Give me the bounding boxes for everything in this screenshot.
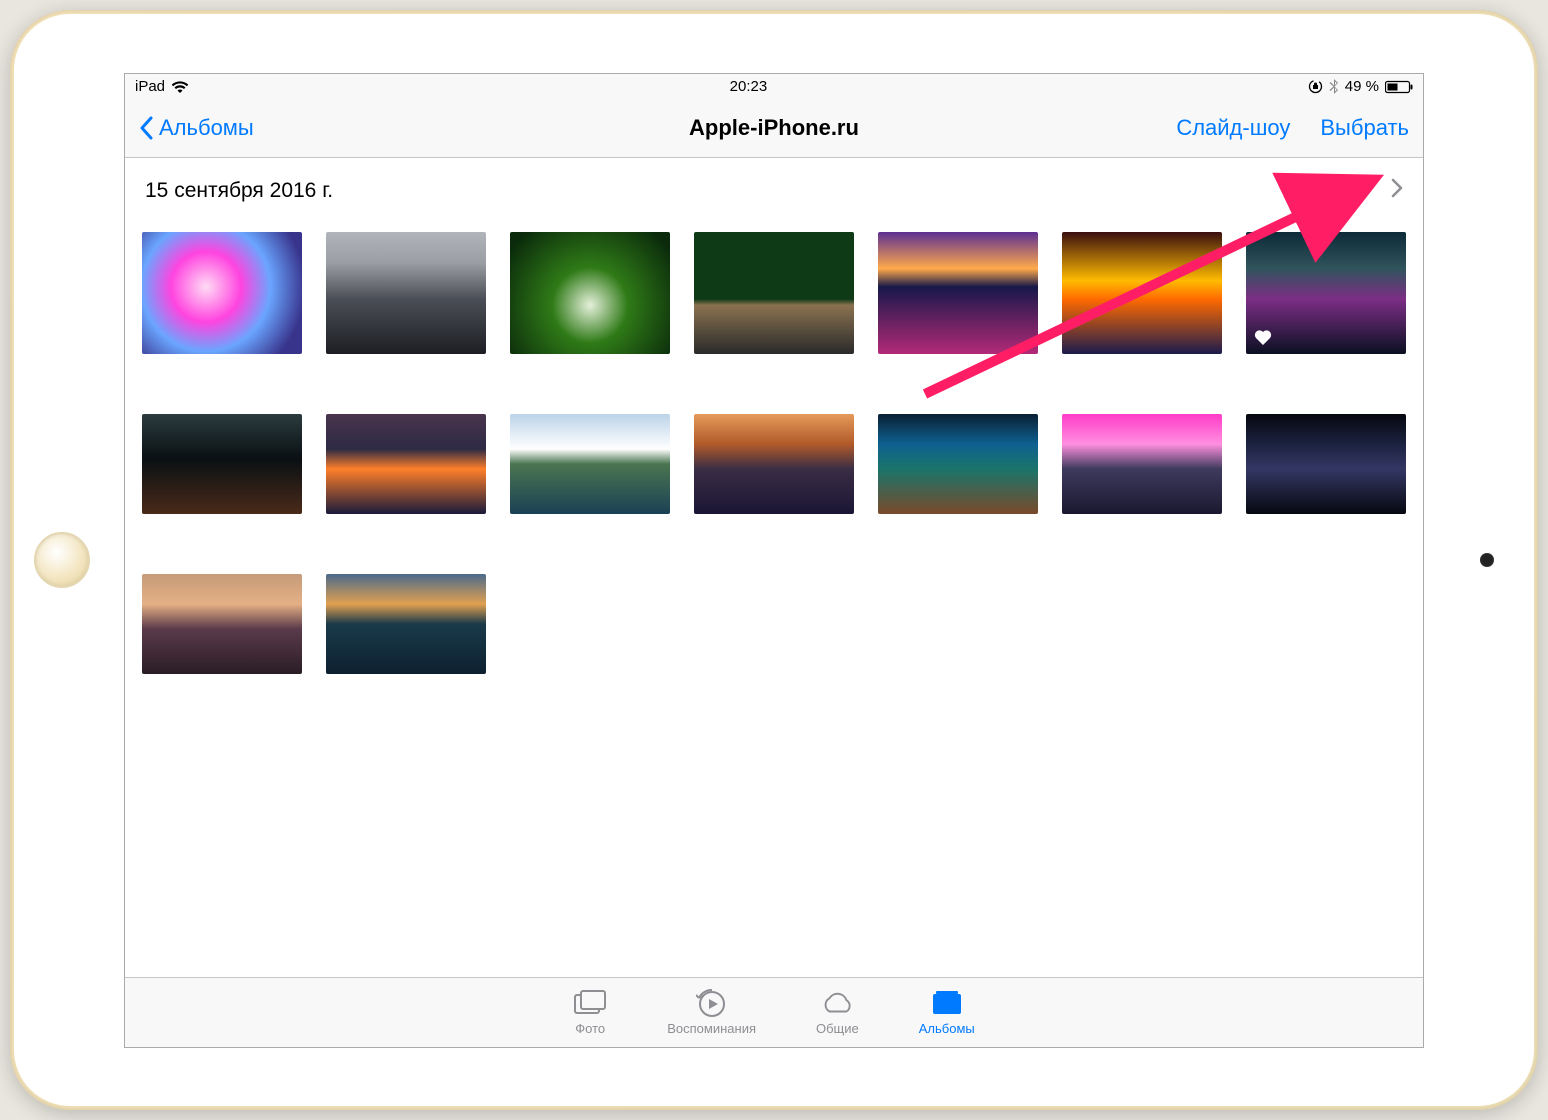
photo-thumbnail[interactable] — [142, 232, 302, 354]
photo-thumbnail[interactable] — [694, 232, 854, 354]
battery-icon — [1385, 80, 1413, 94]
tab-bar: Фото Воспоминания Общие — [125, 977, 1423, 1047]
home-button[interactable] — [34, 532, 90, 588]
photo-thumbnail[interactable] — [510, 232, 670, 354]
ipad-bezel: iPad 20:23 49 % — [14, 14, 1534, 1106]
battery-label: 49 % — [1345, 78, 1379, 95]
photo-thumbnail[interactable] — [326, 414, 486, 514]
photo-thumbnail[interactable] — [510, 414, 670, 514]
photo-thumbnail[interactable] — [326, 232, 486, 354]
albums-icon — [930, 988, 964, 1018]
tab-memories[interactable]: Воспоминания — [667, 988, 756, 1036]
photo-thumbnail[interactable] — [1062, 232, 1222, 354]
tab-label: Фото — [575, 1021, 605, 1036]
photo-thumbnail[interactable] — [694, 414, 854, 514]
select-button[interactable]: Выбрать — [1320, 115, 1409, 141]
bluetooth-icon — [1329, 79, 1339, 94]
ipad-frame: iPad 20:23 49 % — [10, 10, 1538, 1110]
orientation-lock-icon — [1308, 79, 1323, 94]
back-label: Альбомы — [159, 115, 254, 141]
status-bar: iPad 20:23 49 % — [125, 74, 1423, 100]
section-header: 15 сентября 2016 г. — [145, 178, 1403, 204]
photo-thumbnail[interactable] — [142, 574, 302, 674]
cloud-icon — [820, 988, 854, 1018]
screen: iPad 20:23 49 % — [124, 73, 1424, 1048]
photo-thumbnail[interactable] — [1246, 232, 1406, 354]
section-disclosure-button[interactable] — [1391, 178, 1403, 204]
chevron-left-icon — [139, 116, 155, 140]
memories-icon — [695, 988, 729, 1018]
tab-shared[interactable]: Общие — [816, 988, 859, 1036]
tab-label: Альбомы — [919, 1021, 975, 1036]
photos-icon — [573, 988, 607, 1018]
device-label: iPad — [135, 78, 165, 95]
favorite-icon — [1254, 330, 1272, 346]
back-button[interactable]: Альбомы — [139, 115, 254, 141]
front-camera — [1480, 553, 1494, 567]
photo-thumbnail[interactable] — [1062, 414, 1222, 514]
slideshow-button[interactable]: Слайд-шоу — [1176, 115, 1290, 141]
wifi-icon — [171, 80, 189, 94]
section-date: 15 сентября 2016 г. — [145, 179, 333, 203]
nav-bar: Альбомы Apple-iPhone.ru Слайд-шоу Выбрат… — [125, 100, 1423, 158]
photo-thumbnail[interactable] — [1246, 414, 1406, 514]
tab-albums[interactable]: Альбомы — [919, 988, 975, 1036]
photo-thumbnail[interactable] — [878, 232, 1038, 354]
clock: 20:23 — [730, 78, 768, 95]
tab-label: Воспоминания — [667, 1021, 756, 1036]
photo-thumbnail[interactable] — [326, 574, 486, 674]
photo-thumbnail[interactable] — [878, 414, 1038, 514]
chevron-right-icon — [1391, 178, 1403, 198]
tab-label: Общие — [816, 1021, 859, 1036]
content-area: 15 сентября 2016 г. — [125, 158, 1423, 977]
tab-photos[interactable]: Фото — [573, 988, 607, 1036]
photo-thumbnail[interactable] — [142, 414, 302, 514]
photo-grid — [145, 232, 1403, 674]
